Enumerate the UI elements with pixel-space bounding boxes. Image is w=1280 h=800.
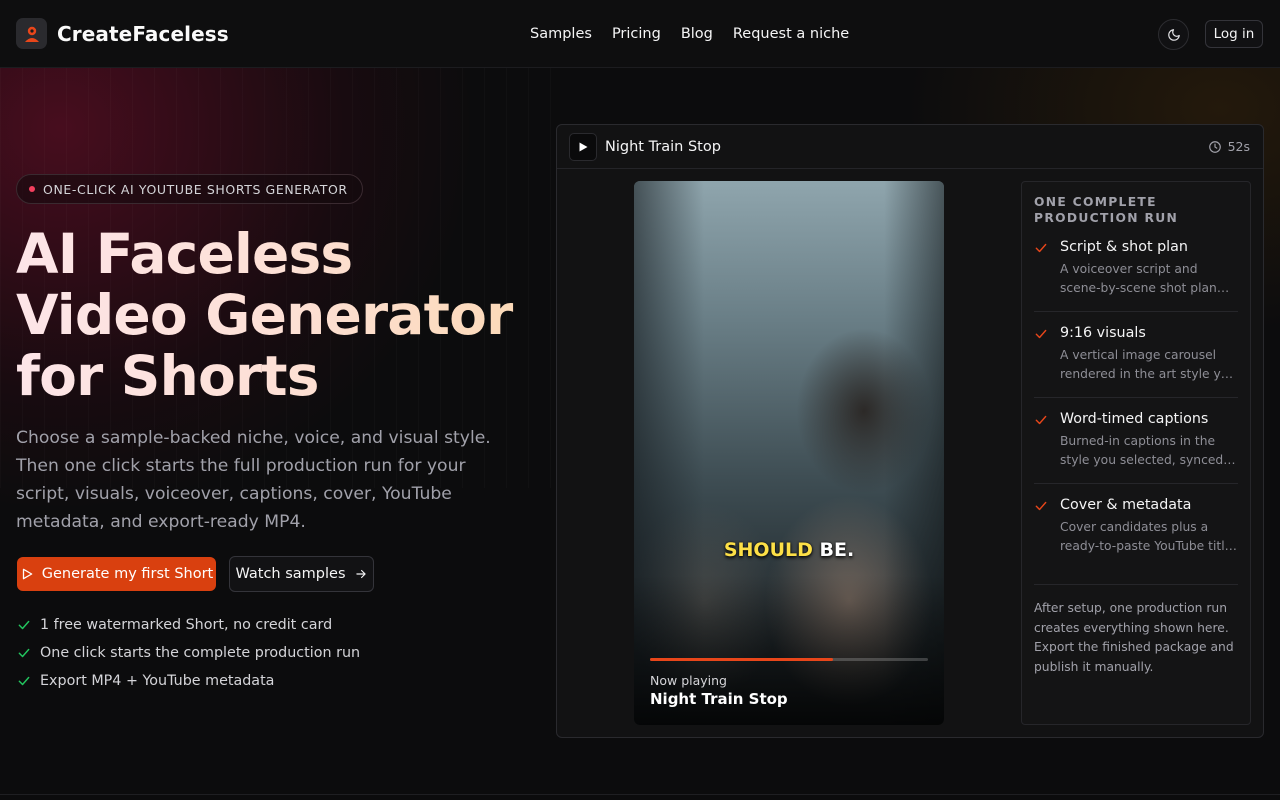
play-outline-icon <box>22 568 33 580</box>
check-icon <box>1035 329 1047 339</box>
check-icon <box>18 676 30 686</box>
bullet-text: 1 free watermarked Short, no credit card <box>40 617 333 633</box>
sample-player-card: Night Train Stop 52s SHOULD BE. Now play… <box>556 124 1264 738</box>
step-description: Burned-in captions in the style you sele… <box>1060 434 1224 467</box>
theme-toggle-button[interactable] <box>1158 19 1189 50</box>
hero-title: AI Faceless Video Generator for Shorts <box>16 224 536 407</box>
hero-title-line-1: AI Faceless <box>16 222 353 286</box>
top-navigation-bar: CreateFaceless Samples Pricing Blog Requ… <box>0 0 1280 68</box>
production-step: Cover & metadata Cover candidates plus a… <box>1034 484 1238 570</box>
production-run-panel: ONE COMPLETE PRODUCTION RUN Script & sho… <box>1021 181 1251 725</box>
player-header: Night Train Stop 52s <box>557 125 1263 169</box>
step-title: 9:16 visuals <box>1060 325 1146 341</box>
nav-link-request-niche[interactable]: Request a niche <box>733 26 849 42</box>
section-divider <box>0 794 1280 795</box>
nav-link-blog[interactable]: Blog <box>681 26 713 42</box>
production-run-footer: After setup, one production run creates … <box>1034 584 1238 677</box>
burned-in-caption: SHOULD BE. <box>634 539 944 561</box>
check-icon <box>18 620 30 630</box>
step-title: Script & shot plan <box>1060 239 1188 255</box>
brand[interactable]: CreateFaceless <box>16 18 229 49</box>
bullet-text: One click starts the complete production… <box>40 645 361 661</box>
check-icon <box>1035 501 1047 511</box>
step-description: A voiceover script and scene-by-scene sh… <box>1060 262 1217 295</box>
hero-title-line-3: for Shorts <box>16 344 319 408</box>
playback-progress-bar[interactable] <box>650 658 928 661</box>
clock-icon <box>1208 140 1221 153</box>
hero-badge-text: ONE-CLICK AI YOUTUBE SHORTS GENERATOR <box>43 181 348 197</box>
nav-link-pricing[interactable]: Pricing <box>612 26 661 42</box>
caption-highlight-word: SHOULD <box>723 539 813 561</box>
generate-first-short-button[interactable]: Generate my first Short <box>17 557 216 591</box>
duration-text: 52s <box>1227 139 1250 154</box>
check-icon <box>1035 415 1047 425</box>
video-preview[interactable]: SHOULD BE. Now playing Night Train Stop <box>634 181 944 725</box>
brand-name: CreateFaceless <box>57 21 229 46</box>
badge-dot-icon <box>29 186 35 192</box>
step-title: Word-timed captions <box>1060 411 1209 427</box>
logo-icon <box>16 18 47 49</box>
login-button[interactable]: Log in <box>1205 20 1263 48</box>
hero-bullets: 1 free watermarked Short, no credit card… <box>17 611 360 695</box>
step-description: A vertical image carousel rendered in th… <box>1060 348 1237 381</box>
list-item: 1 free watermarked Short, no credit card <box>17 611 360 639</box>
watch-samples-button[interactable]: Watch samples <box>229 556 374 592</box>
playback-progress-fill <box>650 658 834 661</box>
list-item: Export MP4 + YouTube metadata <box>17 667 360 695</box>
generate-first-short-label: Generate my first Short <box>41 566 214 582</box>
check-icon <box>18 648 30 658</box>
production-step: 9:16 visuals A vertical image carousel r… <box>1034 312 1238 398</box>
player-title: Night Train Stop <box>605 138 721 155</box>
hero-badge: ONE-CLICK AI YOUTUBE SHORTS GENERATOR <box>16 174 363 204</box>
nav-link-samples[interactable]: Samples <box>530 26 592 42</box>
arrow-right-icon <box>355 569 366 579</box>
duration: 52s <box>1208 139 1250 154</box>
production-step: Word-timed captions Burned-in captions i… <box>1034 398 1238 484</box>
check-icon <box>1035 243 1047 253</box>
list-item: One click starts the complete production… <box>17 639 360 667</box>
play-button[interactable] <box>569 132 597 161</box>
production-run-heading: ONE COMPLETE PRODUCTION RUN <box>1034 195 1179 225</box>
main-nav: Samples Pricing Blog Request a niche <box>530 0 849 68</box>
play-icon <box>579 142 588 151</box>
moon-icon <box>1167 28 1180 41</box>
hero-title-line-2: Video Generator <box>16 283 513 347</box>
step-title: Cover & metadata <box>1060 497 1192 513</box>
watch-samples-label: Watch samples <box>235 566 346 582</box>
production-step: Script & shot plan A voiceover script an… <box>1034 226 1238 312</box>
caption-rest: BE. <box>812 539 855 561</box>
now-playing-label: Now playing <box>650 673 727 688</box>
step-description: Cover candidates plus a ready-to-paste Y… <box>1060 520 1237 553</box>
now-playing-title: Night Train Stop <box>650 690 788 708</box>
hero-subtitle: Choose a sample-backed niche, voice, and… <box>16 428 491 532</box>
bullet-text: Export MP4 + YouTube metadata <box>40 673 275 689</box>
